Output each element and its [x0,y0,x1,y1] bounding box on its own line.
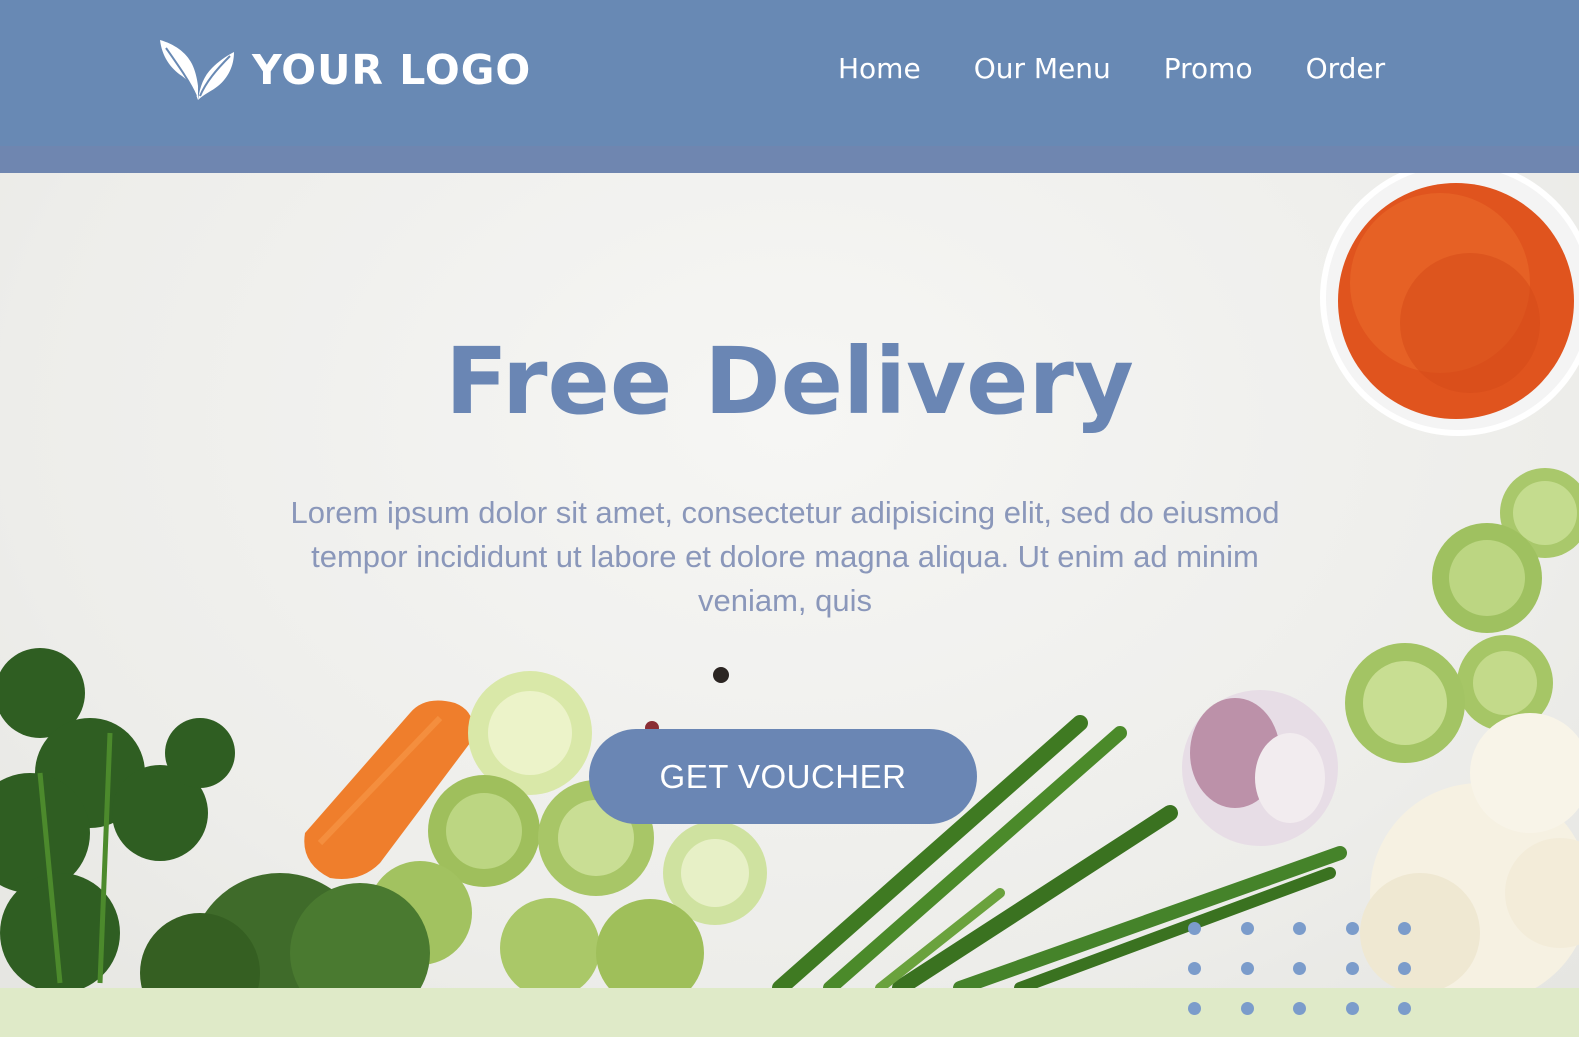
decorative-dot [1240,962,1254,975]
nav-home[interactable]: Home [838,52,921,85]
decorative-dot [1188,922,1201,935]
decorative-dot [1188,962,1201,975]
decorative-dot [1188,1002,1201,1015]
hero-section: Free Delivery Lorem ipsum dolor sit amet… [0,173,1579,988]
decorative-dot [1398,1002,1411,1015]
nav-our-menu[interactable]: Our Menu [974,52,1111,85]
decorative-dot [1240,922,1254,935]
get-voucher-button[interactable]: GET VOUCHER [589,729,977,824]
decorative-dot [1398,922,1411,935]
leaf-icon [160,40,234,100]
decorative-dot [1293,922,1306,935]
broccoli [140,873,430,988]
header-strip [0,146,1579,173]
decorative-dot [1398,962,1411,975]
decorative-dot [1240,1002,1254,1015]
peppercorn [713,667,729,683]
nav-order[interactable]: Order [1306,52,1386,85]
hero-description: Lorem ipsum dolor sit amet, consectetur … [290,495,1280,618]
logo[interactable]: YOUR LOGO [160,38,531,102]
decorative-dot [1293,1002,1306,1015]
site-header: YOUR LOGO Home Our Menu Promo Order [0,0,1579,146]
decorative-dot [1293,962,1306,975]
garlic [1182,690,1338,846]
logo-text: YOUR LOGO [252,46,532,94]
decorative-dot [1345,922,1359,935]
decorative-dot [1345,1002,1359,1015]
decorative-dot-grid [1183,917,1423,1027]
hero-title: Free Delivery [445,328,1134,435]
main-nav: Home Our Menu Promo Order [838,52,1385,85]
nav-promo[interactable]: Promo [1164,52,1253,85]
decorative-dot [1345,962,1359,975]
